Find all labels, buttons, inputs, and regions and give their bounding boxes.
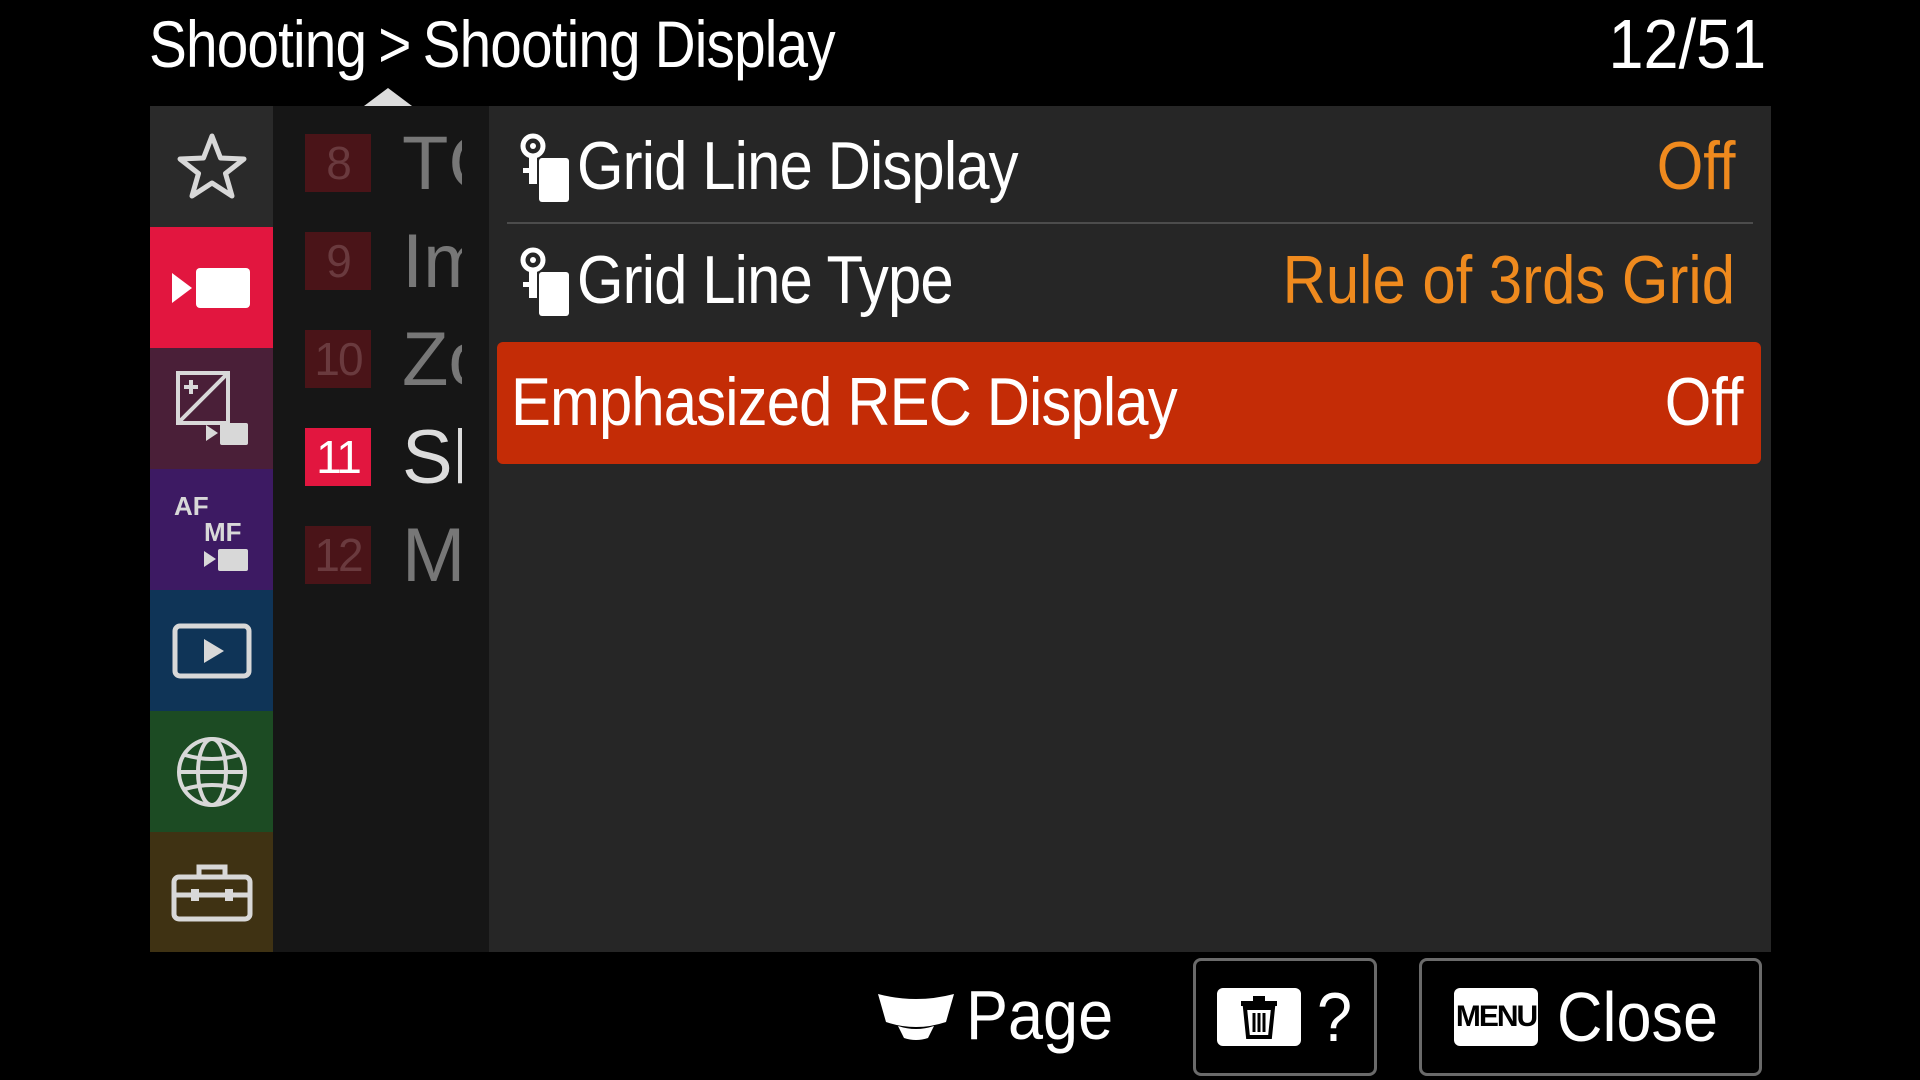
page-number: 9: [305, 232, 371, 290]
page-name: Sh: [402, 415, 462, 500]
custom-key-icon: [520, 247, 569, 316]
menu-panel: AFMF 8 TC 9 Im 10 Zo 11 Sh 12 M: [150, 106, 1771, 952]
category-tab-setup[interactable]: [150, 832, 273, 952]
trash-key: [1216, 988, 1301, 1046]
menu-item-grid-line-display[interactable]: Grid Line Display Off: [507, 110, 1753, 224]
page-hint-label: Page: [966, 976, 1114, 1054]
page-list-item[interactable]: 9 Im: [305, 207, 485, 307]
category-tab-focus[interactable]: AF MF: [150, 469, 273, 590]
category-tab-my-menu[interactable]: [150, 106, 273, 227]
toolbox-icon: [171, 864, 252, 922]
menu-item-emphasized-rec-display[interactable]: Emphasized REC Display Off: [497, 342, 1761, 464]
help-button[interactable]: ?: [1193, 958, 1377, 1076]
breadcrumb-separator: >: [378, 7, 411, 81]
category-sidebar: AF MF: [150, 106, 273, 952]
page-hint: Page: [876, 975, 1129, 1055]
header-bar: Shooting > Shooting Display 12/51: [0, 0, 1920, 106]
menu-item-label: Emphasized REC Display: [511, 364, 1178, 440]
page-number: 12: [305, 526, 371, 584]
page-number: 10: [305, 330, 371, 388]
menu-item-value: Rule of 3rds Grid: [1282, 242, 1735, 318]
control-wheel-icon: [878, 994, 954, 1040]
caret-up-icon: [364, 88, 412, 106]
category-tab-exposure-color[interactable]: [150, 348, 273, 469]
menu-item-grid-line-type[interactable]: Grid Line Type Rule of 3rds Grid: [507, 224, 1753, 336]
breadcrumb-parent: Shooting: [149, 7, 367, 81]
trash-icon: [1240, 996, 1277, 1039]
category-tab-network[interactable]: [150, 711, 273, 832]
svg-text:MF: MF: [204, 517, 242, 547]
page-number: 11: [305, 428, 371, 486]
page-number: 8: [305, 134, 371, 192]
category-tab-shooting[interactable]: [150, 227, 273, 348]
menu-item-value: Off: [1656, 128, 1735, 204]
page-list-item[interactable]: 8 TC: [305, 109, 485, 209]
breadcrumb: Shooting > Shooting Display: [149, 4, 836, 84]
page-name: TC: [402, 121, 462, 206]
close-label: Close: [1556, 978, 1719, 1056]
movie-camera-icon: [171, 267, 250, 308]
page-name: Im: [402, 219, 462, 304]
category-tab-playback[interactable]: [150, 590, 273, 711]
page-indicator: 12/51: [1608, 5, 1766, 83]
page-list-item[interactable]: 12 M: [305, 501, 485, 601]
page-list-item[interactable]: 10 Zo: [305, 305, 485, 405]
menu-item-value: Off: [1664, 364, 1743, 440]
page-title: Shooting Display: [422, 7, 836, 81]
star-icon: [177, 133, 246, 198]
play-icon: [172, 623, 251, 678]
menu-items-list: Grid Line Display Off Grid Line Type Rul…: [489, 106, 1771, 952]
footer-bar: Page ? MENU Close: [0, 955, 1920, 1080]
page-list: 8 TC 9 Im 10 Zo 11 Sh 12 M: [273, 106, 489, 952]
exposure-icon: [175, 370, 248, 445]
close-button[interactable]: MENU Close: [1419, 958, 1762, 1076]
af-mf-icon: AFMF: [174, 491, 248, 571]
help-label: ?: [1316, 978, 1352, 1056]
menu-item-label: Grid Line Display: [577, 128, 1019, 204]
custom-key-icon: [520, 133, 569, 202]
menu-key-icon: MENU: [1454, 988, 1538, 1046]
globe-icon: [176, 736, 247, 807]
page-name: M: [402, 513, 462, 598]
menu-item-label: Grid Line Type: [577, 242, 954, 318]
page-list-item-active[interactable]: 11 Sh: [305, 403, 485, 503]
page-name: Zo: [402, 317, 462, 402]
